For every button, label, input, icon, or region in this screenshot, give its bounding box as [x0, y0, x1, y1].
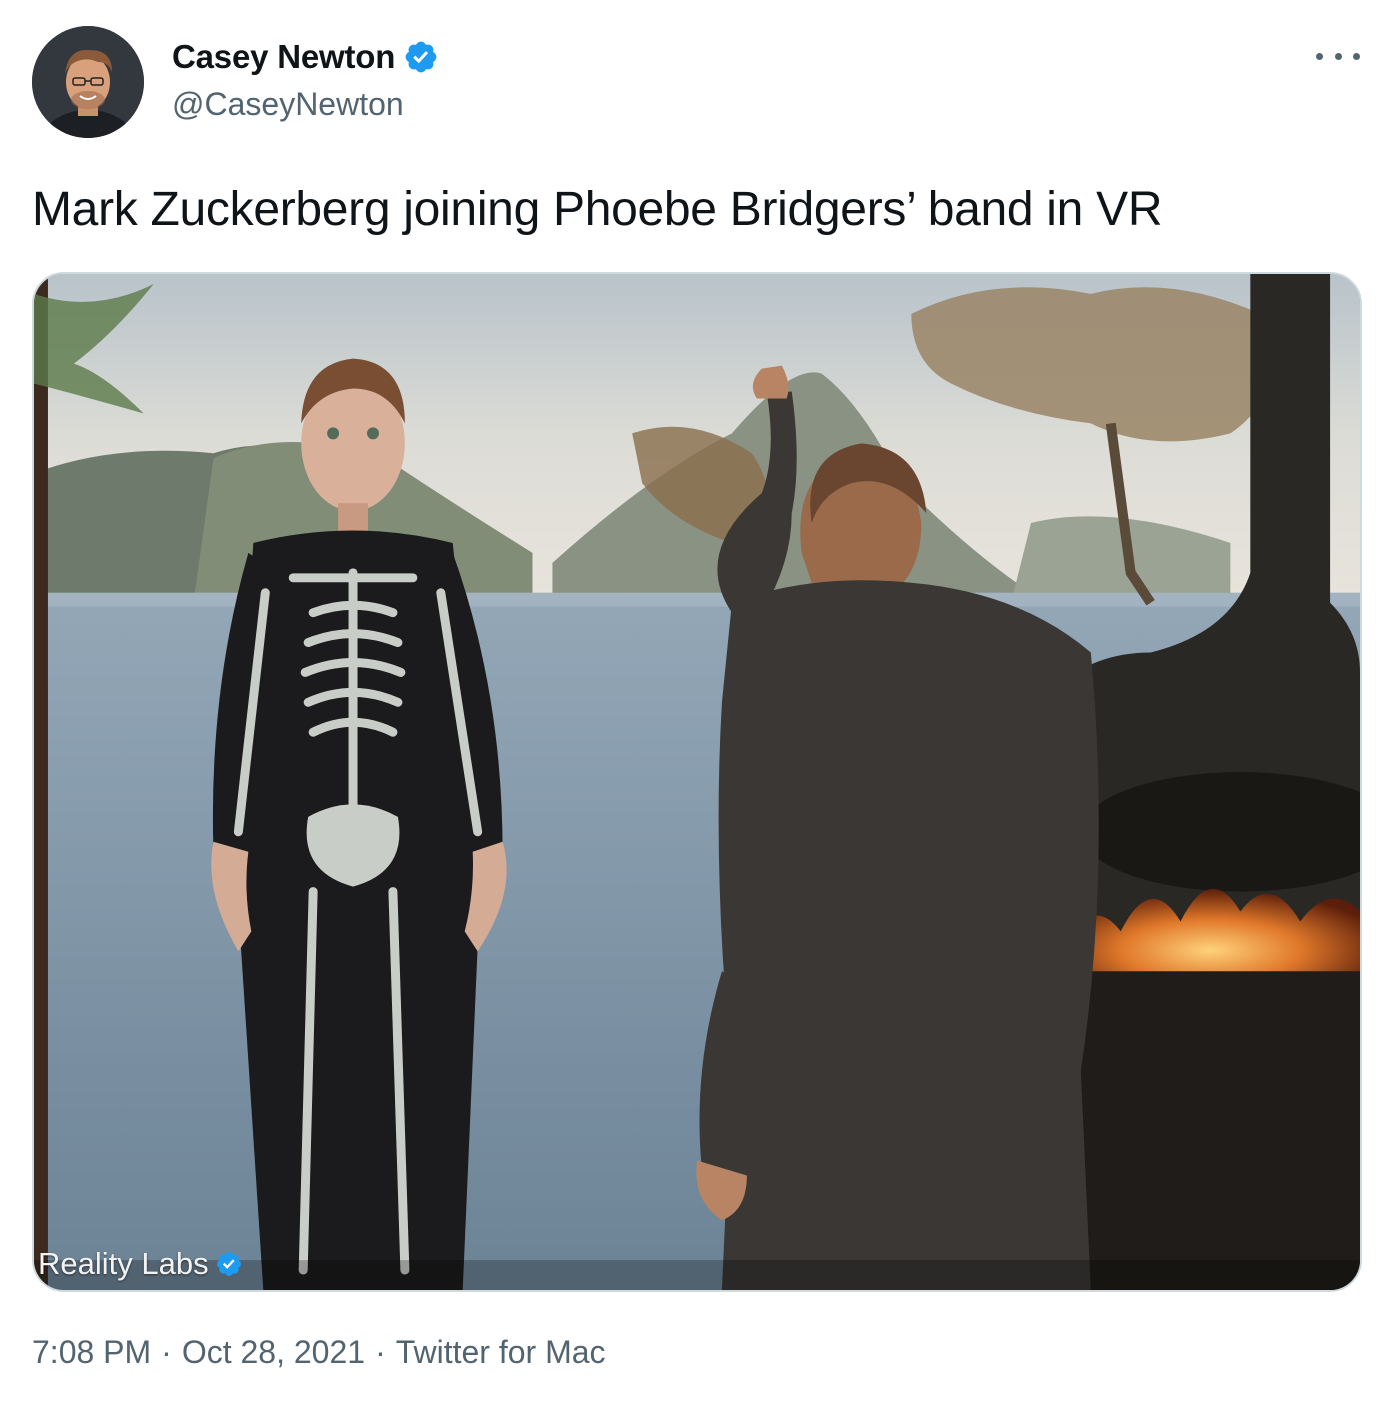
media-attribution: Reality Labs [38, 1246, 243, 1282]
separator-dot: · [161, 1334, 172, 1370]
more-dot-icon [1316, 52, 1323, 60]
tweet-date[interactable]: Oct 28, 2021 [182, 1334, 365, 1371]
more-dot-icon [1334, 52, 1342, 60]
profile-photo-icon [32, 26, 144, 138]
more-dot-icon [1353, 52, 1360, 60]
tweet-text: Mark Zuckerberg joining Phoebe Bridgers’… [32, 183, 1163, 236]
tweet-source-link[interactable]: Twitter for Mac [396, 1334, 606, 1371]
more-options-button[interactable] [1316, 42, 1360, 70]
tweet-metadata: 7:08 PM · Oct 28, 2021 · Twitter for Mac [32, 1334, 606, 1371]
author-handle[interactable]: @CaseyNewton [172, 86, 404, 123]
verified-badge-icon [216, 1252, 241, 1276]
tweet-card: Casey Newton @CaseyNewton Mark Zuckerber… [0, 0, 1400, 1414]
separator-dot: · [375, 1334, 386, 1370]
avatar[interactable] [32, 26, 144, 138]
author-display-name[interactable]: Casey Newton [172, 38, 395, 76]
media-attribution-label: Reality Labs [38, 1246, 209, 1281]
media-scene-illustration [34, 274, 1360, 1290]
tweet-media-image[interactable]: Reality Labs [32, 272, 1362, 1292]
verified-badge-icon [405, 41, 437, 73]
author-name-row[interactable]: Casey Newton [172, 38, 439, 76]
tweet-time[interactable]: 7:08 PM [32, 1334, 151, 1371]
